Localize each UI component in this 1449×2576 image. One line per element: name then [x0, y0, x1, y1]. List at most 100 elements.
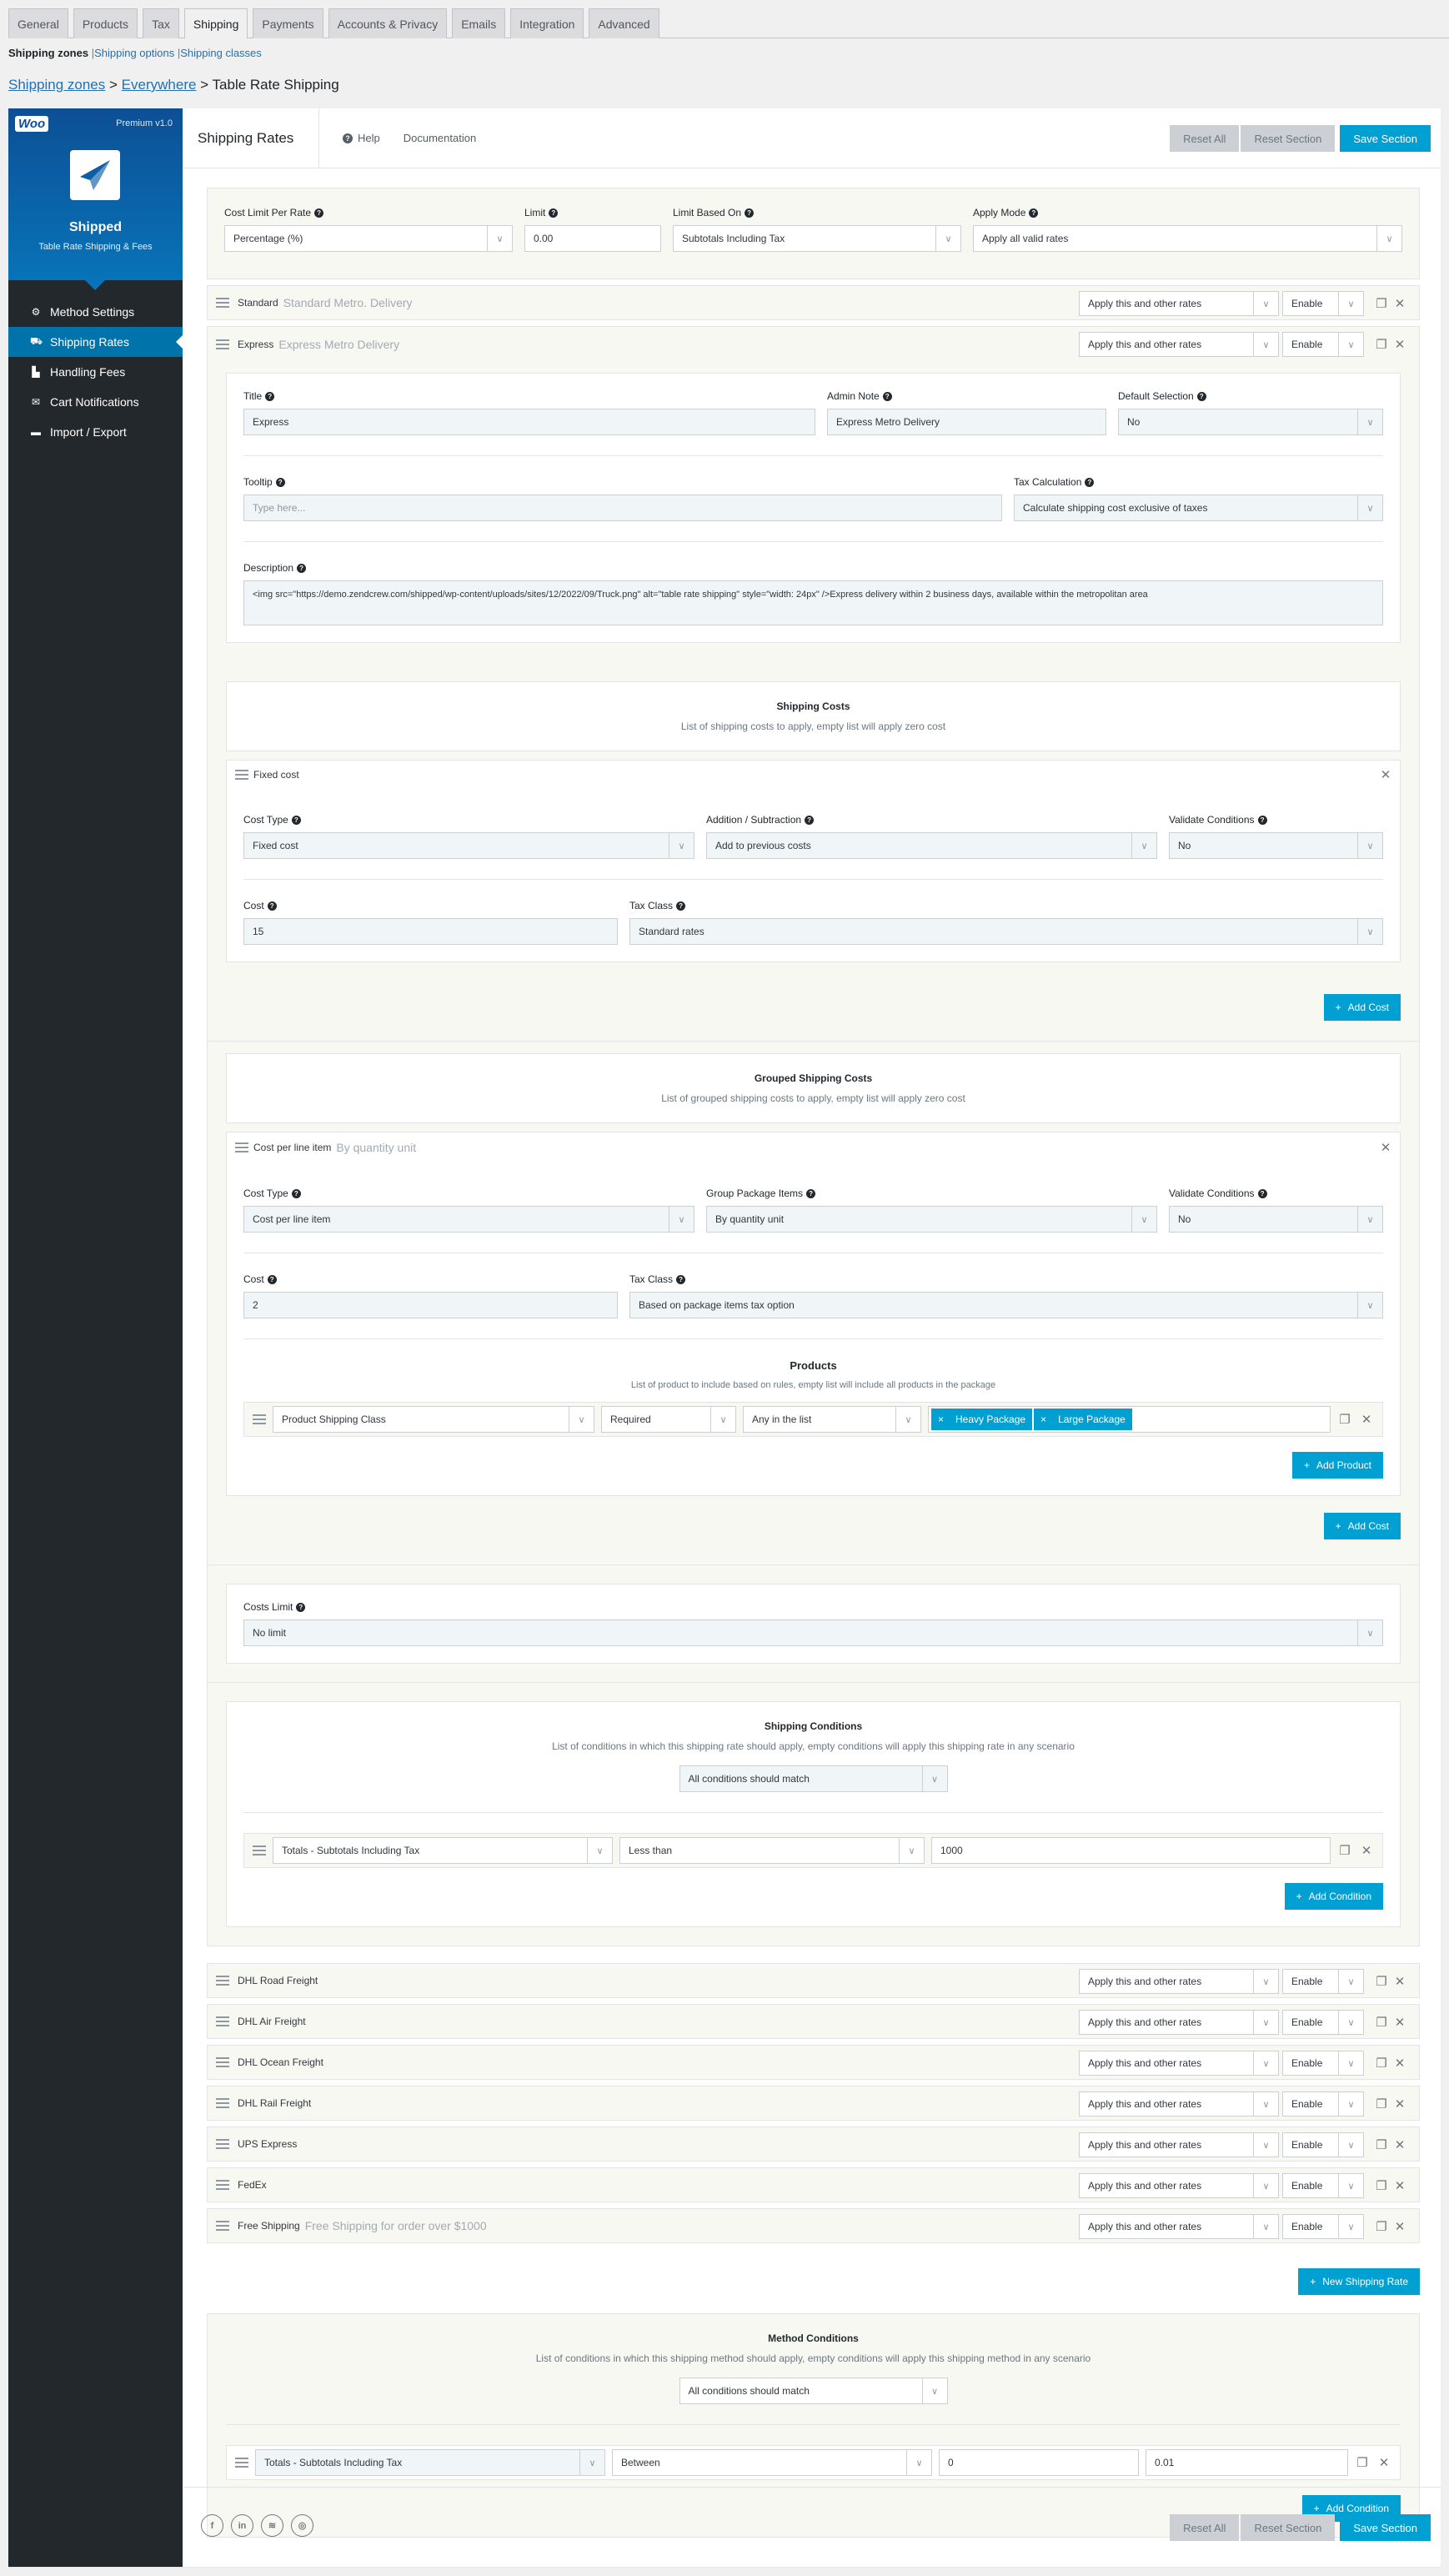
costs-limit-select[interactable]: No limit ∨ [243, 1619, 1383, 1646]
close-icon[interactable]: ✕ [1392, 2096, 1407, 2112]
rate-status-select[interactable]: Enable ∨ [1282, 2010, 1364, 2035]
tab-tax[interactable]: Tax [143, 8, 179, 38]
drag-handle-icon[interactable] [216, 2139, 229, 2149]
duplicate-icon[interactable]: ❐ [1374, 2015, 1389, 2030]
limit-input[interactable]: 0.00 [524, 225, 661, 252]
drag-handle-icon[interactable] [216, 2016, 229, 2026]
drag-handle-icon[interactable] [253, 1845, 266, 1855]
tab-general[interactable]: General [8, 8, 68, 38]
breadcrumb-shipping-zones[interactable]: Shipping zones [8, 77, 105, 93]
drag-handle-icon[interactable] [235, 1142, 248, 1152]
close-icon[interactable]: ✕ [1378, 1140, 1393, 1155]
rate-row-dhl-rail-freight[interactable]: DHL Rail Freight Apply this and other rat… [207, 2086, 1420, 2121]
method-condition-min-input[interactable]: 0 [939, 2449, 1139, 2476]
rate-mode-select[interactable]: Apply this and other rates ∨ [1079, 2173, 1279, 2198]
rate-row-dhl-ocean-freight[interactable]: DHL Ocean Freight Apply this and other ra… [207, 2045, 1420, 2080]
add-grouped-cost-button[interactable]: + Add Cost [1323, 1513, 1401, 1539]
rate-status-select[interactable]: Enable ∨ [1282, 2051, 1364, 2076]
duplicate-icon[interactable]: ❐ [1374, 2096, 1389, 2112]
close-icon[interactable]: ✕ [1392, 2178, 1407, 2193]
add-cost-button[interactable]: + Add Cost [1323, 994, 1401, 1021]
close-icon[interactable]: ✕ [1392, 296, 1407, 311]
cost-limit-select[interactable]: Percentage (%) ∨ [224, 225, 513, 252]
sidebar-item-cart-notifications[interactable]: ✉ Cart Notifications [8, 387, 183, 417]
cost-type-select[interactable]: Cost per line item ∨ [243, 1206, 694, 1233]
chip-heavy-package[interactable]: × Heavy Package [931, 1409, 1033, 1430]
rate-mode-select[interactable]: Apply this and other rates ∨ [1079, 2132, 1279, 2157]
product-rule-required-select[interactable]: Required ∨ [601, 1406, 736, 1433]
add-shipping-condition-button[interactable]: + Add Condition [1284, 1883, 1383, 1910]
drag-handle-icon[interactable] [216, 339, 229, 349]
close-icon[interactable]: ✕ [1376, 2455, 1391, 2470]
description-textarea[interactable]: <img src="https://demo.zendcrew.com/ship… [243, 580, 1383, 625]
footer-reset-section-button[interactable]: Reset Section [1241, 2514, 1336, 2541]
method-condition-operator-select[interactable]: Between ∨ [612, 2449, 932, 2476]
cost-type-select[interactable]: Fixed cost ∨ [243, 832, 694, 859]
rate-row-standard[interactable]: Standard Standard Metro. Delivery Apply th… [207, 285, 1420, 320]
close-icon[interactable]: ✕ [1359, 1412, 1374, 1427]
stackoverflow-icon[interactable]: ≋ [261, 2514, 283, 2537]
tab-integration[interactable]: Integration [510, 8, 584, 38]
rate-row-fedex[interactable]: FedEx Apply this and other rates ∨ Enable ∨ ❐… [207, 2167, 1420, 2202]
rate-status-select[interactable]: Enable ∨ [1282, 291, 1364, 316]
group-package-items-select[interactable]: By quantity unit ∨ [706, 1206, 1157, 1233]
tax-class-select[interactable]: Based on package items tax option ∨ [629, 1292, 1383, 1318]
breadcrumb-everywhere[interactable]: Everywhere [122, 77, 197, 93]
default-selection-select[interactable]: No ∨ [1118, 409, 1383, 435]
rate-mode-select[interactable]: Apply this and other rates ∨ [1079, 2091, 1279, 2117]
close-icon[interactable]: ✕ [1392, 337, 1407, 352]
duplicate-icon[interactable]: ❐ [1374, 1974, 1389, 1989]
method-condition-max-input[interactable]: 0.01 [1146, 2449, 1348, 2476]
duplicate-icon[interactable]: ❐ [1374, 2219, 1389, 2234]
close-icon[interactable]: ✕ [1392, 2219, 1407, 2234]
rate-row-dhl-air-freight[interactable]: DHL Air Freight Apply this and other rate… [207, 2004, 1420, 2039]
drag-handle-icon[interactable] [253, 1414, 266, 1424]
tab-payments[interactable]: Payments [253, 8, 323, 38]
limit-based-on-select[interactable]: Subtotals Including Tax ∨ [673, 225, 961, 252]
duplicate-icon[interactable]: ❐ [1337, 1843, 1352, 1858]
condition-operator-select[interactable]: Less than ∨ [619, 1837, 925, 1864]
facebook-icon[interactable]: f [201, 2514, 223, 2537]
rate-row-dhl-road-freight[interactable]: DHL Road Freight Apply this and other rat… [207, 1963, 1420, 1998]
tab-advanced[interactable]: Advanced [589, 8, 659, 38]
close-icon[interactable]: ✕ [1392, 2056, 1407, 2071]
drag-handle-icon[interactable] [216, 298, 229, 308]
reset-section-button[interactable]: Reset Section [1241, 125, 1336, 152]
rate-status-select[interactable]: Enable ∨ [1282, 2091, 1364, 2117]
apply-mode-select[interactable]: Apply all valid rates ∨ [973, 225, 1402, 252]
close-icon[interactable]: ✕ [1392, 2015, 1407, 2030]
addition-subtraction-select[interactable]: Add to previous costs ∨ [706, 832, 1157, 859]
method-condition-field-select[interactable]: Totals - Subtotals Including Tax ∨ [255, 2449, 605, 2476]
chip-large-package[interactable]: × Large Package [1034, 1409, 1132, 1430]
shipping-conditions-match-select[interactable]: All conditions should match ∨ [679, 1765, 948, 1792]
rate-row-free-shipping[interactable]: Free Shipping Free Shipping for order ove… [207, 2208, 1420, 2243]
duplicate-icon[interactable]: ❐ [1374, 337, 1389, 352]
condition-field-select[interactable]: Totals - Subtotals Including Tax ∨ [273, 1837, 613, 1864]
rate-row-ups-express[interactable]: UPS Express Apply this and other rates ∨ En… [207, 2127, 1420, 2162]
duplicate-icon[interactable]: ❐ [1337, 1412, 1352, 1427]
tooltip-textarea[interactable]: Type here... [243, 495, 1002, 521]
linkedin-icon[interactable]: in [231, 2514, 253, 2537]
rate-status-select[interactable]: Enable ∨ [1282, 1969, 1364, 1994]
sidebar-item-method-settings[interactable]: ⚙ Method Settings [8, 297, 183, 327]
subnav-shipping-options[interactable]: Shipping options [94, 47, 174, 59]
subnav-shipping-zones[interactable]: Shipping zones [8, 47, 88, 59]
help-link[interactable]: ? Help [343, 132, 380, 144]
cost-input[interactable]: 15 [243, 918, 618, 945]
sidebar-item-import-export[interactable]: ▬ Import / Export [8, 417, 183, 447]
drag-handle-icon[interactable] [216, 2221, 229, 2231]
rate-row-express[interactable]: Express Express Metro Delivery Apply this … [207, 326, 1420, 361]
rate-status-select[interactable]: Enable ∨ [1282, 332, 1364, 357]
admin-note-input[interactable]: Express Metro Delivery [827, 409, 1106, 435]
duplicate-icon[interactable]: ❐ [1374, 2137, 1389, 2152]
footer-reset-all-button[interactable]: Reset All [1170, 2514, 1240, 2541]
sidebar-item-handling-fees[interactable]: ▙ Handling Fees [8, 357, 183, 387]
subnav-shipping-classes[interactable]: Shipping classes [180, 47, 262, 59]
validate-conditions-select[interactable]: No ∨ [1169, 1206, 1383, 1233]
rate-status-select[interactable]: Enable ∨ [1282, 2132, 1364, 2157]
tab-shipping[interactable]: Shipping [183, 8, 248, 39]
tab-accounts-privacy[interactable]: Accounts & Privacy [328, 8, 448, 38]
new-shipping-rate-button[interactable]: + New Shipping Rate [1298, 2268, 1420, 2295]
validate-conditions-select[interactable]: No ∨ [1169, 832, 1383, 859]
tax-class-select[interactable]: Standard rates ∨ [629, 918, 1383, 945]
